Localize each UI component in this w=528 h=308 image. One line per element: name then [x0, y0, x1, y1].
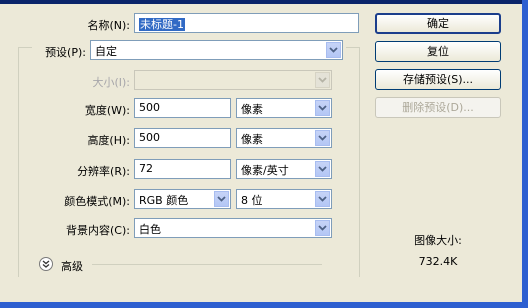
width-unit-select[interactable]: 像素 — [236, 98, 332, 118]
chevron-down-icon[interactable] — [315, 220, 330, 236]
delete-preset-button: 删除预设(D)... — [375, 97, 501, 118]
preset-group-left-line — [18, 47, 19, 277]
height-label-text: 高度(H): — [87, 134, 130, 147]
height-input-value: 500 — [139, 131, 160, 144]
height-label: 高度(H): — [30, 132, 130, 148]
resolution-label: 分辨率(R): — [30, 163, 130, 179]
preset-select-value: 自定 — [95, 45, 117, 58]
chevron-down-icon[interactable] — [315, 100, 330, 116]
name-input[interactable]: 未标题-1 — [134, 13, 359, 33]
background-label: 背景内容(C): — [30, 222, 130, 238]
image-size-value: 732.4K — [400, 255, 476, 268]
size-select — [134, 70, 332, 90]
width-unit-value: 像素 — [241, 103, 263, 116]
color-mode-label-text: 颜色模式(M): — [64, 195, 130, 208]
image-size-label-text: 图像大小: — [414, 234, 462, 247]
advanced-label-text: 高级 — [61, 260, 83, 273]
window-bottom-border — [0, 302, 528, 308]
width-label: 宽度(W): — [30, 102, 130, 118]
preset-group-right-line — [359, 47, 360, 277]
size-label-text: 大小(I): — [92, 76, 130, 89]
window-right-border — [522, 0, 528, 308]
resolution-label-text: 分辨率(R): — [77, 165, 130, 178]
width-input-value: 500 — [139, 101, 160, 114]
resolution-unit-select[interactable]: 像素/英寸 — [236, 159, 332, 179]
double-chevron-down-icon[interactable] — [39, 257, 53, 271]
advanced-label[interactable]: 高级 — [61, 258, 83, 274]
save-preset-button[interactable]: 存储预设(S)... — [375, 69, 501, 90]
chevron-down-icon[interactable] — [315, 191, 330, 207]
height-unit-value: 像素 — [241, 133, 263, 146]
preset-group-top-line-right — [346, 47, 360, 48]
reset-button[interactable]: 复位 — [375, 41, 501, 62]
advanced-separator — [92, 264, 322, 265]
ok-button[interactable]: 确定 — [375, 13, 501, 34]
resolution-unit-value: 像素/英寸 — [241, 164, 289, 177]
name-input-value: 未标题-1 — [139, 18, 185, 31]
preset-label-text: 预设(P): — [45, 46, 86, 59]
resolution-input-value: 72 — [139, 162, 153, 175]
background-label-text: 背景内容(C): — [66, 224, 130, 237]
chevron-down-icon[interactable] — [315, 130, 330, 146]
color-mode-label: 颜色模式(M): — [30, 193, 130, 209]
background-select[interactable]: 白色 — [134, 218, 332, 238]
preset-select[interactable]: 自定 — [90, 40, 343, 60]
bit-depth-select[interactable]: 8 位 — [236, 189, 332, 209]
preset-label: 预设(P): — [30, 44, 86, 60]
ok-button-label: 确定 — [427, 17, 449, 30]
resolution-input[interactable]: 72 — [134, 159, 231, 179]
color-mode-value: RGB 颜色 — [139, 194, 189, 207]
chevron-down-icon[interactable] — [214, 191, 229, 207]
color-mode-select[interactable]: RGB 颜色 — [134, 189, 231, 209]
reset-button-label: 复位 — [427, 45, 449, 58]
bit-depth-value: 8 位 — [241, 194, 263, 207]
height-unit-select[interactable]: 像素 — [236, 128, 332, 148]
width-label-text: 宽度(W): — [84, 104, 130, 117]
size-label: 大小(I): — [30, 74, 130, 90]
delete-preset-button-label: 删除预设(D)... — [402, 101, 474, 114]
width-input[interactable]: 500 — [134, 98, 231, 118]
chevron-down-icon — [315, 72, 330, 88]
image-size-label: 图像大小: — [400, 232, 476, 248]
background-value: 白色 — [139, 223, 161, 236]
window-top-border — [0, 0, 528, 4]
chevron-down-icon[interactable] — [326, 42, 341, 58]
image-size-value-text: 732.4K — [418, 255, 458, 268]
name-label-text: 名称(N): — [87, 19, 130, 32]
height-input[interactable]: 500 — [134, 128, 231, 148]
save-preset-button-label: 存储预设(S)... — [402, 73, 474, 86]
name-label: 名称(N): — [30, 17, 130, 33]
chevron-down-icon[interactable] — [315, 161, 330, 177]
